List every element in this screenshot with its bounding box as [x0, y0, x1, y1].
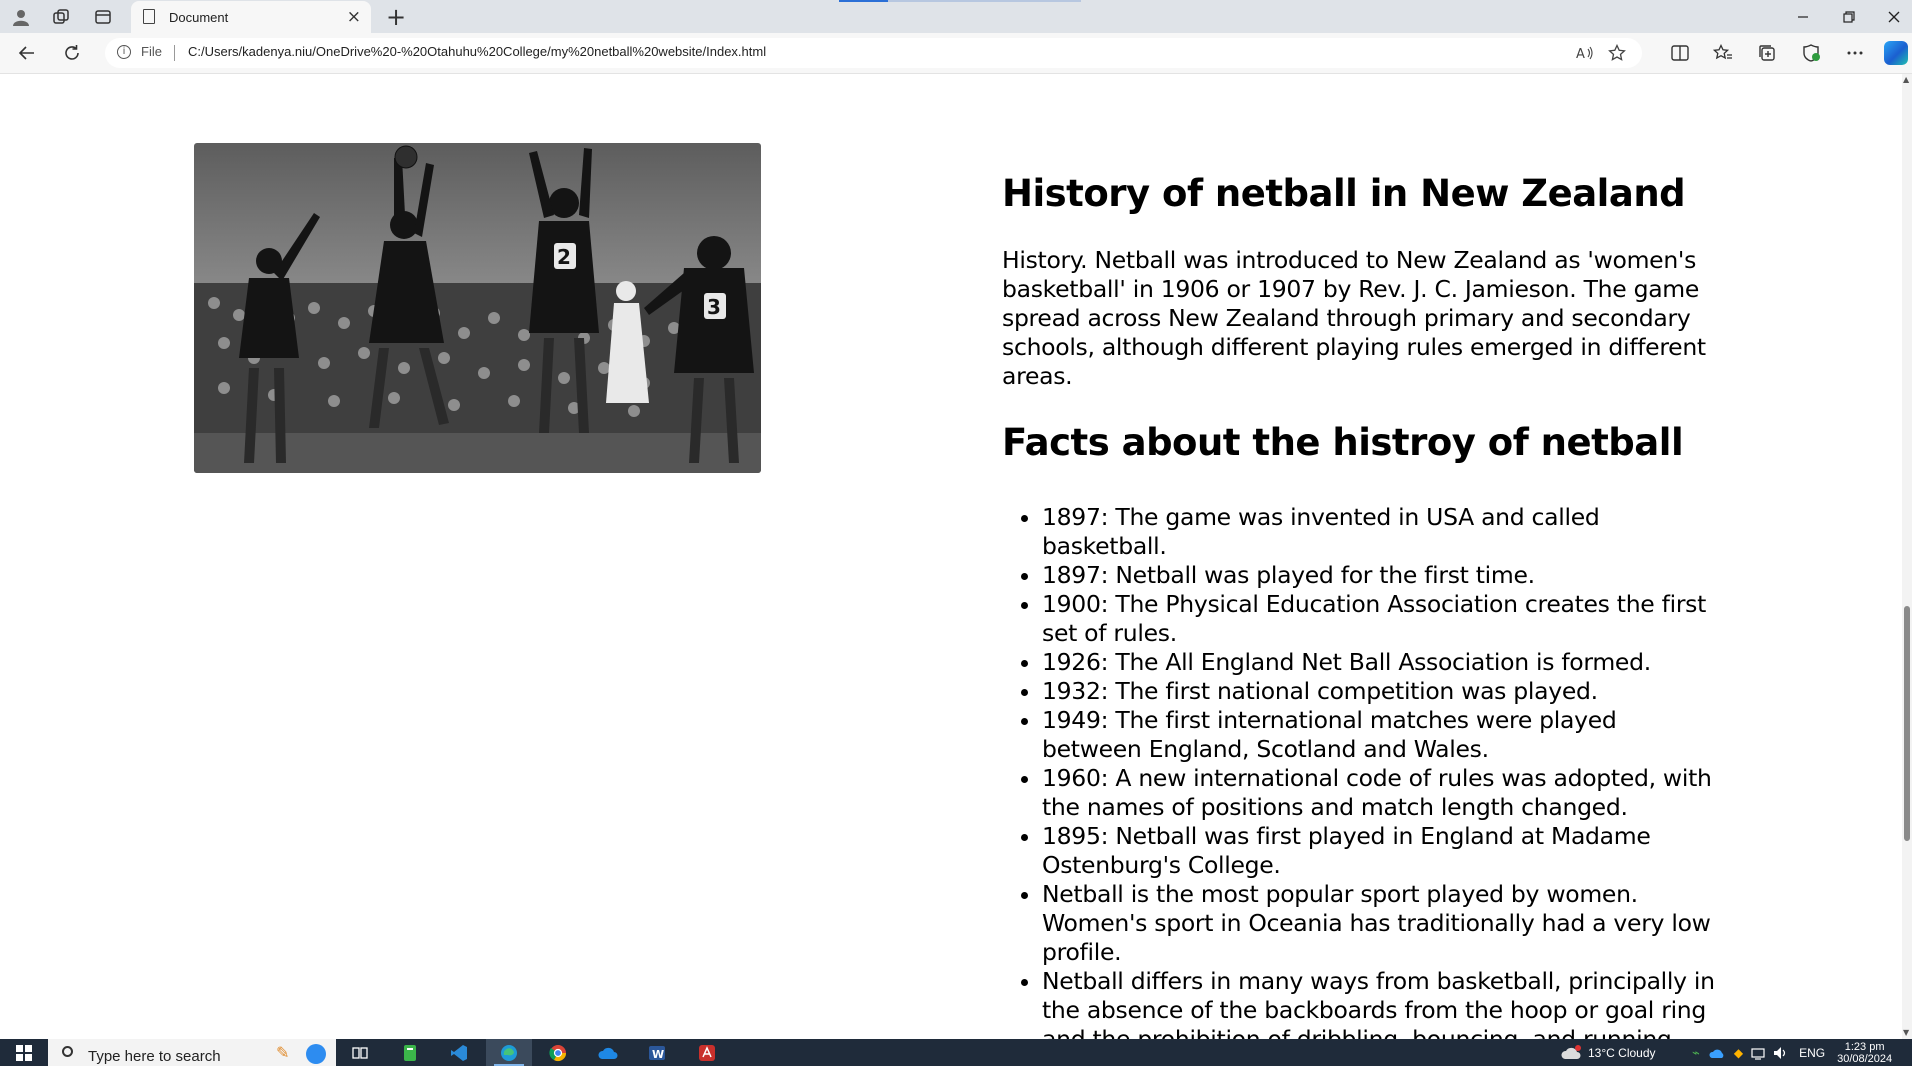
copilot-icon[interactable]: [1884, 41, 1908, 65]
notepad-plus-icon[interactable]: [387, 1039, 433, 1066]
list-item: 1932: The first national competition was…: [1042, 677, 1722, 706]
system-tray[interactable]: ⌁ ◆ ENG 1:23 pm 30/08/2024: [1692, 1039, 1892, 1066]
clock-time: 1:23 pm: [1844, 1040, 1885, 1053]
language-indicator[interactable]: ENG: [1799, 1046, 1825, 1060]
svg-text:3: 3: [707, 295, 721, 319]
windows-taskbar: Type here to search ✎ W 13°C Cloudy ⌁ ◆ …: [0, 1039, 1912, 1066]
search-placeholder: Type here to search: [88, 1048, 221, 1065]
favorite-star-icon[interactable]: [1605, 42, 1629, 64]
svg-text:A: A: [1576, 47, 1585, 61]
tab-document[interactable]: Document ×: [131, 1, 371, 34]
security-tray-icon[interactable]: ◆: [1734, 1046, 1743, 1060]
start-button[interactable]: [0, 1039, 48, 1066]
favorites-icon[interactable]: [1706, 39, 1740, 67]
edge-browser-icon[interactable]: [486, 1039, 532, 1066]
tab-actions-icon[interactable]: [86, 3, 120, 31]
svg-text:2: 2: [557, 245, 571, 269]
weather-text: 13°C Cloudy: [1588, 1045, 1656, 1060]
browser-toolbar: i File C:/Users/kadenya.niu/OneDrive%20-…: [0, 33, 1912, 74]
list-item: 1897: The game was invented in USA and c…: [1042, 503, 1722, 561]
browser-essentials-icon[interactable]: [1795, 39, 1829, 67]
page-heading: History of netball in New Zealand: [1002, 172, 1686, 215]
refresh-button[interactable]: [55, 39, 89, 67]
browser-title-bar: Document × +: [0, 0, 1912, 34]
document-icon: [143, 9, 155, 24]
history-paragraph: History. Netball was introduced to New Z…: [1002, 246, 1706, 390]
collections-icon[interactable]: [1750, 39, 1784, 67]
task-view-icon[interactable]: [337, 1039, 383, 1066]
cloud-icon: [1561, 1044, 1581, 1059]
list-item: 1895: Netball was first played in Englan…: [1042, 822, 1722, 880]
address-separator: [174, 45, 175, 61]
list-item: 1900: The Physical Education Association…: [1042, 590, 1722, 648]
minimize-button[interactable]: [1783, 4, 1823, 30]
word-icon[interactable]: W: [634, 1039, 680, 1066]
main-content: History of netball in New Zealand Histor…: [1002, 172, 1722, 1039]
vscode-icon[interactable]: [436, 1039, 482, 1066]
onedrive-icon[interactable]: [585, 1039, 631, 1066]
tab-title: Document: [169, 10, 229, 25]
scroll-down-arrow-icon[interactable]: ▼: [1903, 1028, 1909, 1037]
volume-icon[interactable]: [1773, 1046, 1789, 1060]
taskbar-search-box[interactable]: Type here to search ✎: [48, 1039, 336, 1066]
read-aloud-icon[interactable]: A: [1573, 42, 1597, 64]
acrobat-icon[interactable]: [684, 1039, 730, 1066]
tray-app-icon[interactable]: ⌁: [1692, 1045, 1700, 1061]
list-item: 1960: A new international code of rules …: [1042, 764, 1722, 822]
web-page-viewport: 23 History of netball in New Zealand His…: [0, 74, 1902, 1039]
loading-indicator-track: [888, 0, 1081, 2]
clock[interactable]: 1:23 pm 30/08/2024: [1837, 1041, 1892, 1065]
search-highlight-icon: ✎: [276, 1043, 290, 1062]
list-item: 1897: Netball was played for the first t…: [1042, 561, 1722, 590]
search-highlight-badge-icon: [306, 1044, 326, 1064]
list-item: 1949: The first international matches we…: [1042, 706, 1722, 764]
netball-historic-photo: 23: [194, 143, 761, 473]
list-item: Netball is the most popular sport played…: [1042, 880, 1722, 967]
close-window-button[interactable]: [1874, 4, 1912, 30]
facts-heading: Facts about the histroy of netball: [1002, 421, 1684, 464]
loading-indicator: [839, 0, 888, 2]
network-icon[interactable]: [1751, 1046, 1765, 1060]
back-button[interactable]: [10, 39, 44, 67]
close-tab-icon[interactable]: ×: [347, 7, 361, 27]
split-screen-icon[interactable]: [1663, 39, 1697, 67]
restore-button[interactable]: [1829, 4, 1869, 30]
chrome-icon[interactable]: [535, 1039, 581, 1066]
new-tab-button[interactable]: +: [381, 3, 411, 31]
facts-list: 1897: The game was invented in USA and c…: [1002, 503, 1722, 1039]
svg-text:W: W: [652, 1048, 664, 1061]
profile-icon[interactable]: [4, 3, 38, 31]
url-text[interactable]: C:/Users/kadenya.niu/OneDrive%20-%20Otah…: [188, 44, 766, 59]
weather-widget[interactable]: 13°C Cloudy: [1560, 1039, 1656, 1066]
address-scheme-label: File: [141, 44, 162, 59]
address-bar[interactable]: i File C:/Users/kadenya.niu/OneDrive%20-…: [105, 38, 1642, 68]
list-item: Netball differs in many ways from basket…: [1042, 967, 1722, 1039]
info-icon[interactable]: i: [117, 45, 131, 59]
clock-date: 30/08/2024: [1837, 1052, 1893, 1065]
onedrive-tray-icon[interactable]: [1708, 1047, 1726, 1059]
more-options-icon[interactable]: [1838, 39, 1872, 67]
workspaces-icon[interactable]: [44, 3, 78, 31]
scroll-up-arrow-icon[interactable]: ▲: [1903, 75, 1909, 84]
windows-logo-icon: [16, 1044, 32, 1061]
search-icon: [62, 1046, 73, 1057]
list-item: 1926: The All England Net Ball Associati…: [1042, 648, 1722, 677]
scrollbar-thumb[interactable]: [1904, 606, 1910, 841]
vertical-scrollbar[interactable]: ▲ ▼: [1902, 74, 1912, 1039]
